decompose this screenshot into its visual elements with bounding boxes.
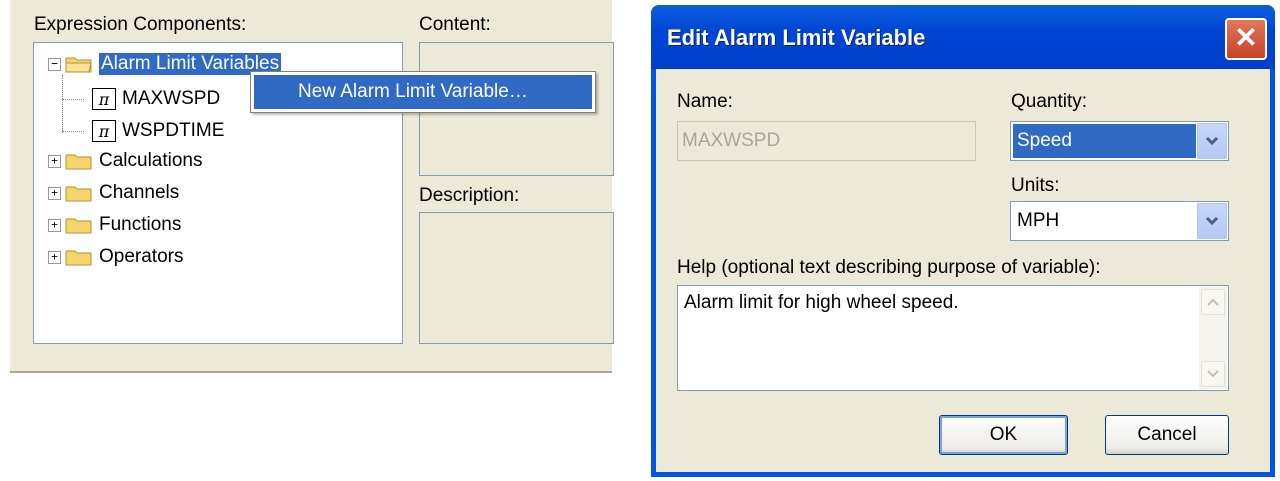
tree-node-label: Functions (99, 214, 182, 235)
vertical-scrollbar[interactable] (1199, 287, 1227, 389)
expand-icon[interactable]: + (48, 154, 61, 168)
quantity-select[interactable]: Speed (1010, 121, 1229, 161)
units-dropdown-button[interactable] (1197, 203, 1227, 239)
name-field[interactable]: MAXWSPD (677, 121, 976, 161)
collapse-icon[interactable]: − (48, 57, 61, 71)
description-box (419, 212, 614, 344)
units-select[interactable]: MPH (1010, 201, 1229, 241)
help-label: Help (optional text describing purpose o… (677, 257, 1101, 278)
quantity-dropdown-button[interactable] (1197, 123, 1227, 159)
cancel-label: Cancel (1137, 424, 1197, 445)
chevron-up-icon (1207, 298, 1219, 306)
tree-node-functions[interactable]: + Functions (48, 212, 181, 238)
scroll-down-button[interactable] (1201, 361, 1225, 387)
expand-icon[interactable]: + (48, 250, 61, 264)
chevron-down-icon (1205, 216, 1219, 226)
folder-icon (65, 216, 93, 234)
help-textarea[interactable]: Alarm limit for high wheel speed. (677, 285, 1229, 391)
tree-connector (62, 75, 63, 133)
edit-alarm-limit-variable-dialog: Edit Alarm Limit Variable ✕ Name: MAXWSP… (651, 5, 1275, 477)
expression-panel: Expression Components: Content: Descript… (10, 0, 614, 373)
quantity-label: Quantity: (1011, 91, 1088, 112)
chevron-down-icon (1207, 370, 1219, 378)
dialog-title: Edit Alarm Limit Variable (667, 25, 926, 50)
quantity-value: Speed (1013, 124, 1196, 158)
help-text: Alarm limit for high wheel speed. (684, 292, 959, 313)
name-value: MAXWSPD (682, 130, 781, 151)
cancel-button[interactable]: Cancel (1105, 415, 1229, 455)
description-label: Description: (419, 185, 520, 206)
tree-node-label: Operators (99, 246, 184, 267)
tree-node-operators[interactable]: + Operators (48, 244, 183, 270)
folder-open-icon (65, 55, 93, 73)
tree-node-label: Channels (99, 182, 180, 203)
tree-node-alarm-limit-variables[interactable]: − Alarm Limit Variables (48, 51, 282, 77)
content-label: Content: (419, 14, 491, 35)
scroll-up-button[interactable] (1201, 289, 1225, 315)
units-value: MPH (1017, 210, 1060, 231)
tree-connector (62, 131, 84, 132)
tree-node-maxwspd[interactable]: π MAXWSPD (92, 86, 220, 112)
close-button[interactable]: ✕ (1225, 18, 1267, 60)
name-label: Name: (677, 91, 733, 112)
title-bar[interactable]: Edit Alarm Limit Variable ✕ (651, 5, 1275, 69)
tree-node-label: Calculations (99, 150, 203, 171)
expand-icon[interactable]: + (48, 218, 61, 232)
expand-icon[interactable]: + (48, 186, 61, 200)
folder-icon (65, 184, 93, 202)
tree-node-label: MAXWSPD (122, 88, 221, 109)
ok-button[interactable]: OK (939, 415, 1068, 455)
close-icon: ✕ (1234, 22, 1258, 53)
folder-icon (65, 248, 93, 266)
chevron-down-icon (1205, 136, 1219, 146)
tree-connector (62, 99, 84, 100)
tree-node-channels[interactable]: + Channels (48, 180, 179, 206)
tree-node-wspdtime[interactable]: π WSPDTIME (92, 118, 224, 144)
folder-icon (65, 152, 93, 170)
dialog-client: Name: MAXWSPD Quantity: Speed Units: MPH… (656, 69, 1270, 472)
pi-icon: π (92, 88, 116, 110)
pi-icon: π (92, 120, 116, 142)
expression-components-label: Expression Components: (34, 14, 247, 35)
context-menu: New Alarm Limit Variable… (250, 71, 596, 113)
tree-node-label: WSPDTIME (122, 120, 225, 141)
ok-label: OK (989, 424, 1018, 445)
menu-item-new-alarm-limit-variable[interactable]: New Alarm Limit Variable… (254, 75, 592, 109)
units-label: Units: (1011, 175, 1060, 196)
tree-node-calculations[interactable]: + Calculations (48, 148, 203, 174)
